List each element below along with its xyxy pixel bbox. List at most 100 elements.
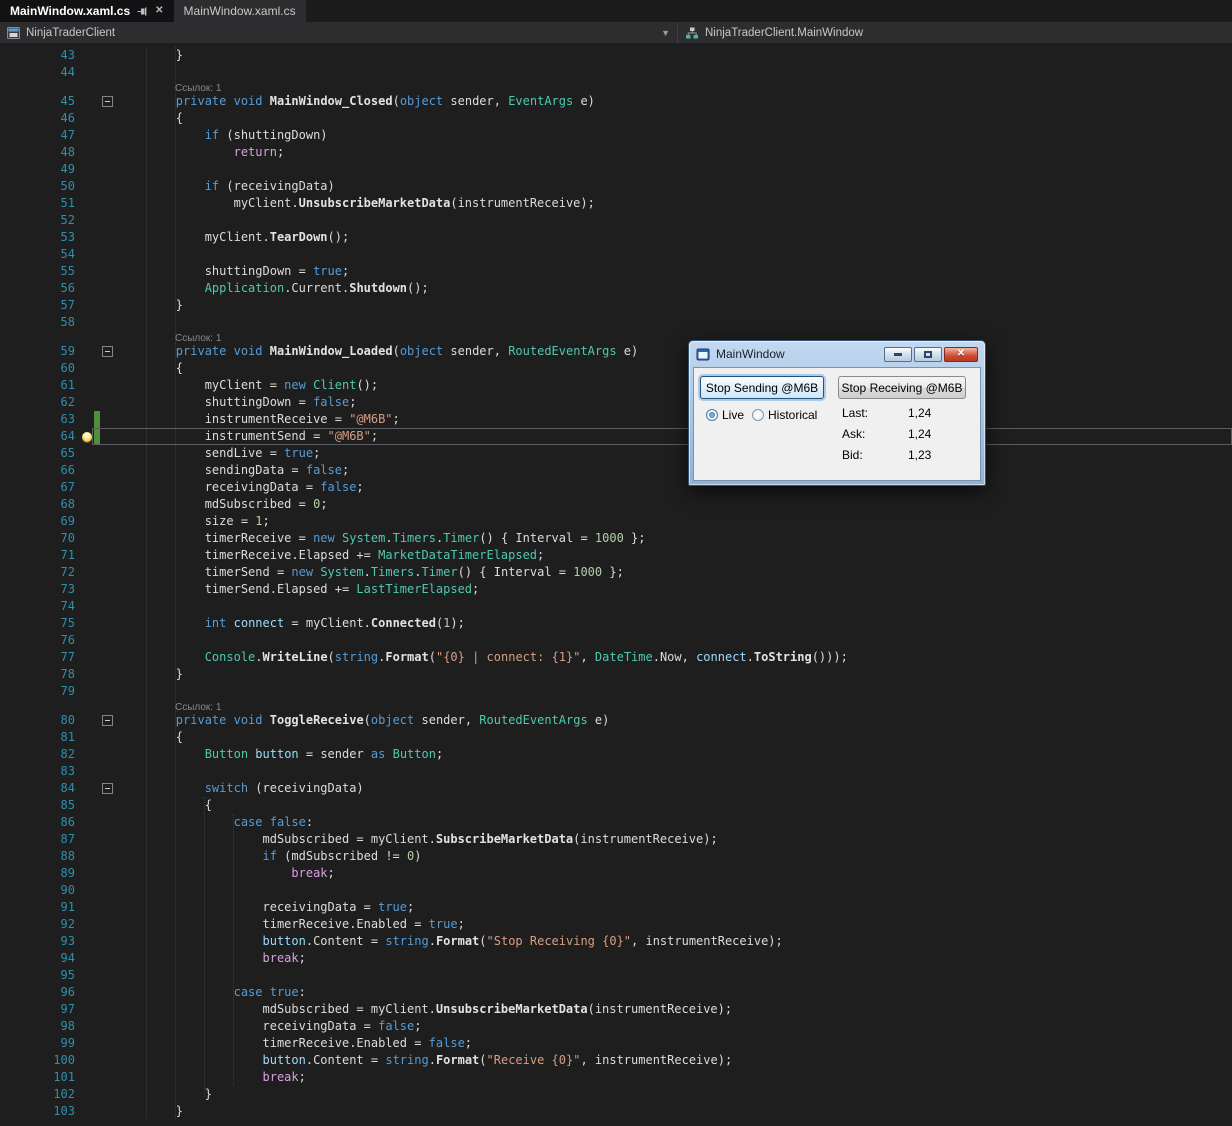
code-text[interactable]: } — [118, 47, 1232, 64]
glyph-margin[interactable] — [80, 967, 94, 984]
line-number[interactable]: 82 — [0, 746, 80, 763]
line-number[interactable]: 83 — [0, 763, 80, 780]
line-number[interactable]: 93 — [0, 933, 80, 950]
line-number[interactable] — [0, 81, 80, 93]
tab-mainwindow-xaml-cs-inactive[interactable]: MainWindow.xaml.cs — [173, 0, 306, 22]
code-text[interactable] — [118, 882, 1232, 899]
glyph-margin[interactable] — [80, 1086, 94, 1103]
glyph-margin[interactable] — [80, 343, 94, 360]
glyph-margin[interactable] — [80, 513, 94, 530]
line-number[interactable]: 46 — [0, 110, 80, 127]
code-text[interactable]: mdSubscribed = myClient.SubscribeMarketD… — [118, 831, 1232, 848]
glyph-margin[interactable] — [80, 683, 94, 700]
glyph-margin[interactable] — [80, 81, 94, 93]
line-number[interactable]: 50 — [0, 178, 80, 195]
glyph-margin[interactable] — [80, 479, 94, 496]
code-text[interactable] — [118, 212, 1232, 229]
glyph-margin[interactable] — [80, 297, 94, 314]
line-number[interactable]: 102 — [0, 1086, 80, 1103]
code-text[interactable] — [118, 763, 1232, 780]
line-number[interactable]: 64 — [0, 428, 80, 445]
glyph-margin[interactable] — [80, 212, 94, 229]
line-number[interactable]: 70 — [0, 530, 80, 547]
code-text[interactable] — [118, 598, 1232, 615]
glyph-margin[interactable] — [80, 1035, 94, 1052]
glyph-margin[interactable] — [80, 615, 94, 632]
code-text[interactable]: return; — [118, 144, 1232, 161]
glyph-margin[interactable] — [80, 229, 94, 246]
line-number[interactable]: 89 — [0, 865, 80, 882]
code-text[interactable]: if (mdSubscribed != 0) — [118, 848, 1232, 865]
code-text[interactable]: { — [118, 729, 1232, 746]
code-text[interactable]: receivingData = true; — [118, 899, 1232, 916]
code-text[interactable]: timerSend.Elapsed += LastTimerElapsed; — [118, 581, 1232, 598]
code-text[interactable]: timerReceive.Enabled = true; — [118, 916, 1232, 933]
code-text[interactable]: myClient.UnsubscribeMarketData(instrumen… — [118, 195, 1232, 212]
code-text[interactable]: if (shuttingDown) — [118, 127, 1232, 144]
tab-mainwindow-xaml-cs-active[interactable]: MainWindow.xaml.cs ✕ — [0, 0, 174, 22]
glyph-margin[interactable] — [80, 666, 94, 683]
line-number[interactable]: 47 — [0, 127, 80, 144]
line-number[interactable]: 98 — [0, 1018, 80, 1035]
line-number[interactable]: 78 — [0, 666, 80, 683]
line-number[interactable]: 97 — [0, 1001, 80, 1018]
glyph-margin[interactable] — [80, 411, 94, 428]
glyph-margin[interactable] — [80, 1069, 94, 1086]
glyph-margin[interactable] — [80, 445, 94, 462]
code-text[interactable]: timerReceive = new System.Timers.Timer()… — [118, 530, 1232, 547]
line-number[interactable]: 99 — [0, 1035, 80, 1052]
glyph-margin[interactable] — [80, 797, 94, 814]
glyph-margin[interactable] — [80, 598, 94, 615]
line-number[interactable]: 53 — [0, 229, 80, 246]
glyph-margin[interactable] — [80, 984, 94, 1001]
line-number[interactable]: 75 — [0, 615, 80, 632]
line-number[interactable]: 79 — [0, 683, 80, 700]
project-dropdown[interactable]: NinjaTraderClient ▼ — [0, 22, 677, 43]
line-number[interactable]: 84 — [0, 780, 80, 797]
glyph-margin[interactable] — [80, 729, 94, 746]
line-number[interactable] — [0, 700, 80, 712]
code-text[interactable]: { — [118, 360, 1232, 377]
code-text[interactable]: } — [118, 666, 1232, 683]
line-number[interactable]: 76 — [0, 632, 80, 649]
glyph-margin[interactable] — [80, 144, 94, 161]
maximize-button[interactable] — [914, 346, 942, 362]
lightbulb-icon[interactable] — [82, 431, 92, 442]
stop-receiving-button[interactable]: Stop Receiving @M6B — [838, 376, 966, 399]
code-text[interactable]: mdSubscribed = myClient.UnsubscribeMarke… — [118, 1001, 1232, 1018]
line-number[interactable]: 71 — [0, 547, 80, 564]
line-number[interactable]: 91 — [0, 899, 80, 916]
code-editor[interactable]: 43 } 44 Ссылок: 1 45 private void MainWindo… — [0, 43, 1232, 1126]
radio-live[interactable]: Live — [706, 408, 744, 422]
glyph-margin[interactable] — [80, 110, 94, 127]
line-number[interactable]: 52 — [0, 212, 80, 229]
glyph-margin[interactable] — [80, 780, 94, 797]
code-text[interactable]: button.Content = string.Format("Stop Rec… — [118, 933, 1232, 950]
code-text[interactable]: { — [118, 797, 1232, 814]
code-text[interactable]: instrumentSend = "@M6B"; — [118, 428, 1232, 445]
glyph-margin[interactable] — [80, 649, 94, 666]
glyph-margin[interactable] — [80, 632, 94, 649]
line-number[interactable]: 88 — [0, 848, 80, 865]
line-number[interactable]: 90 — [0, 882, 80, 899]
glyph-margin[interactable] — [80, 93, 94, 110]
code-text[interactable]: } — [118, 297, 1232, 314]
close-icon[interactable]: ✕ — [155, 6, 163, 16]
minimize-button[interactable] — [884, 346, 912, 362]
app-title-bar[interactable]: MainWindow ✕ — [689, 341, 985, 367]
code-text[interactable]: sendingData = false; — [118, 462, 1232, 479]
fold-collapse-icon[interactable] — [102, 715, 113, 726]
line-number[interactable]: 43 — [0, 47, 80, 64]
code-text[interactable]: } — [118, 1086, 1232, 1103]
line-number[interactable]: 48 — [0, 144, 80, 161]
code-text[interactable] — [118, 64, 1232, 81]
code-text[interactable] — [118, 314, 1232, 331]
type-dropdown[interactable]: NinjaTraderClient.MainWindow — [677, 22, 1232, 43]
line-number[interactable]: 86 — [0, 814, 80, 831]
code-text[interactable]: timerReceive.Elapsed += MarketDataTimerE… — [118, 547, 1232, 564]
code-text[interactable]: if (receivingData) — [118, 178, 1232, 195]
glyph-margin[interactable] — [80, 882, 94, 899]
line-number[interactable]: 103 — [0, 1103, 80, 1120]
code-text[interactable]: private void ToggleReceive(object sender… — [118, 712, 1232, 729]
line-number[interactable]: 45 — [0, 93, 80, 110]
